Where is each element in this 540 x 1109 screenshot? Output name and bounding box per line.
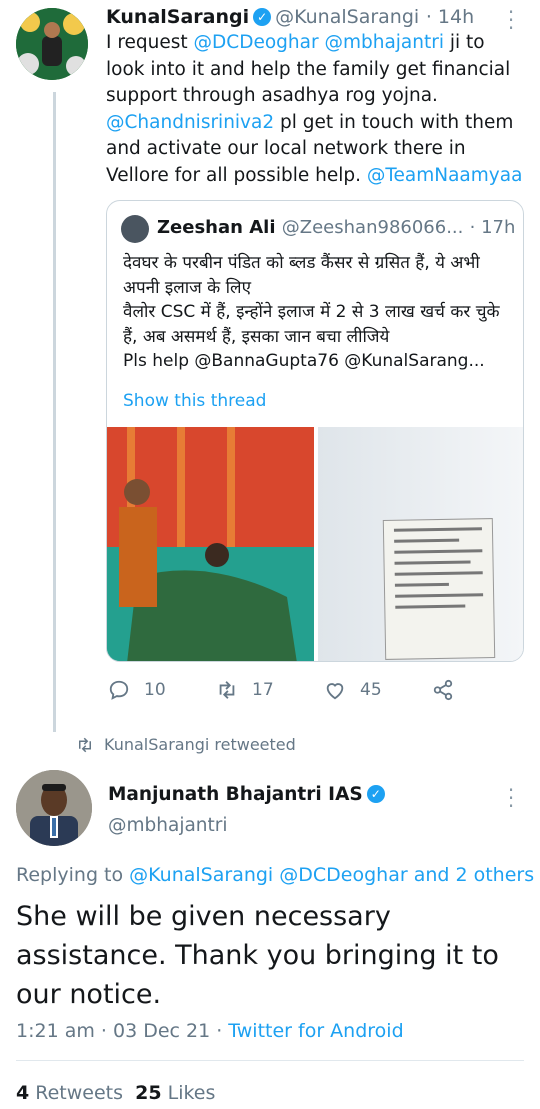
share-icon bbox=[433, 679, 453, 701]
quote-author-avatar bbox=[121, 215, 149, 243]
retweeted-by[interactable]: KunalSarangi retweeted bbox=[76, 735, 296, 754]
mention-mbhajantri[interactable]: @mbhajantri bbox=[324, 32, 444, 53]
tweet2-author-name[interactable]: Manjunath Bhajantri IAS bbox=[108, 784, 363, 805]
tweet1-author-handle[interactable]: @KunalSarangi bbox=[275, 6, 419, 28]
more-options-icon[interactable]: · · · bbox=[506, 780, 516, 816]
share-button[interactable] bbox=[432, 679, 454, 701]
tweet2-author-handle[interactable]: @mbhajantri bbox=[108, 815, 228, 836]
retweet-icon bbox=[79, 737, 91, 752]
quote-author-handle: @Zeeshan986066... bbox=[281, 217, 464, 238]
reply-button[interactable]: 10 bbox=[108, 679, 166, 701]
tweet2-stats: 4 Retweets 25 Likes bbox=[16, 1082, 215, 1104]
medical-report-document bbox=[382, 518, 496, 660]
tweet2-author-line: Manjunath Bhajantri IAS ✓ bbox=[108, 784, 389, 805]
quote-author-name: Zeeshan Ali bbox=[157, 217, 276, 238]
thread-line bbox=[53, 92, 56, 732]
quote-time: · 17h bbox=[469, 217, 516, 238]
retweet-icon bbox=[219, 681, 235, 699]
retweet-button[interactable]: 17 bbox=[216, 679, 274, 701]
tweet1-author-name[interactable]: KunalSarangi bbox=[106, 6, 249, 28]
retweeted-by-label: KunalSarangi retweeted bbox=[104, 735, 296, 754]
reply-count: 10 bbox=[144, 680, 166, 700]
mention-dcdeoghar[interactable]: @DCDeoghar bbox=[194, 32, 319, 53]
medical-report-photo[interactable] bbox=[318, 427, 523, 661]
quote-header: Zeeshan Ali @Zeeshan986066... · 17h bbox=[157, 217, 515, 238]
tweet2-body: She will be given necessary assistance. … bbox=[16, 901, 499, 1010]
mention-teamnaamyaa[interactable]: @TeamNaamyaa bbox=[367, 165, 523, 186]
reply-icon bbox=[109, 680, 129, 700]
tweet1-header: KunalSarangi ✓ @KunalSarangi · 14h bbox=[106, 6, 474, 28]
more-options-icon[interactable]: · · · bbox=[506, 2, 516, 38]
verified-badge-icon: ✓ bbox=[366, 785, 385, 803]
tweet1-text: I request bbox=[106, 32, 194, 53]
retweets-label[interactable]: Retweets bbox=[29, 1082, 135, 1104]
tweet1-body: I request @DCDeoghar @mbhajantri ji to l… bbox=[106, 30, 526, 189]
replying-to: Replying to @KunalSarangi @DCDeoghar and… bbox=[16, 864, 534, 886]
like-count: 45 bbox=[360, 680, 382, 700]
replying-to-mentions[interactable]: @KunalSarangi @DCDeoghar and 2 others bbox=[129, 864, 534, 886]
quote-body: देवघर के परबीन पंडित को ब्लड कैंसर से ग्… bbox=[123, 253, 500, 371]
retweet-count: 17 bbox=[252, 680, 274, 700]
tweet1-time: · 14h bbox=[425, 6, 475, 28]
like-icon bbox=[326, 683, 344, 700]
likes-label[interactable]: Likes bbox=[162, 1082, 216, 1104]
retweet-total[interactable]: 4 bbox=[16, 1082, 29, 1104]
quoted-tweet[interactable]: Zeeshan Ali @Zeeshan986066... · 17h देवघ… bbox=[106, 200, 524, 662]
divider bbox=[16, 1060, 524, 1061]
mention-chandnisriniva2[interactable]: @Chandnisriniva2 bbox=[106, 112, 274, 133]
tweet2-meta: 1:21 am · 03 Dec 21 · Twitter for Androi… bbox=[16, 1020, 404, 1042]
like-total[interactable]: 25 bbox=[135, 1082, 161, 1104]
tweet2-client[interactable]: Twitter for Android bbox=[228, 1020, 403, 1042]
verified-badge-icon: ✓ bbox=[253, 8, 272, 26]
like-button[interactable]: 45 bbox=[324, 679, 382, 701]
show-thread-link[interactable]: Show this thread bbox=[123, 391, 266, 411]
avatar-mbhajantri[interactable] bbox=[16, 770, 92, 846]
avatar-kunalsarangi[interactable] bbox=[16, 8, 88, 80]
replying-prefix: Replying to bbox=[16, 864, 130, 886]
hospital-photo[interactable] bbox=[107, 427, 314, 661]
tweet2-timestamp[interactable]: 1:21 am · 03 Dec 21 · bbox=[16, 1020, 228, 1042]
